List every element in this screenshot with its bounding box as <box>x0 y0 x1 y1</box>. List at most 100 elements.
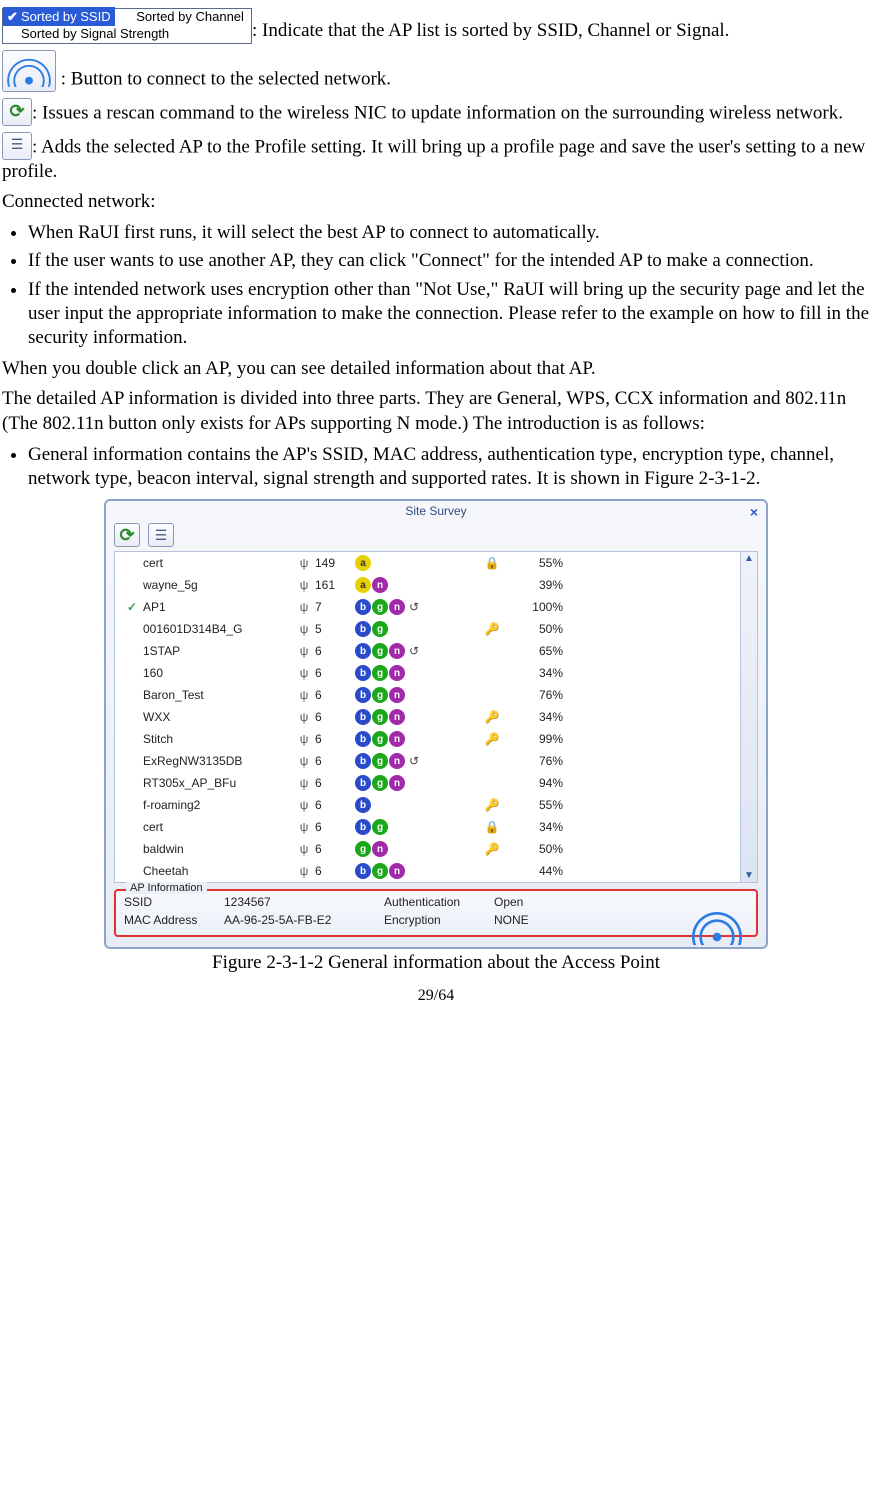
ap-signal-cell: 50% <box>509 622 569 636</box>
ap-channel-cell: 149 <box>315 556 355 570</box>
scroll-up-icon[interactable]: ▲ <box>744 552 754 565</box>
mode-n-icon: n <box>372 577 388 593</box>
connected-bullet-0: When RaUI first runs, it will select the… <box>28 221 870 245</box>
ap-list-row[interactable]: certψ149a🔒55% <box>115 552 740 574</box>
mode-b-icon: b <box>355 753 371 769</box>
mode-n-icon: n <box>389 687 405 703</box>
rescan-icon <box>2 98 32 126</box>
ap-channel-cell: 6 <box>315 864 355 878</box>
ap-list-row[interactable]: certψ6bg🔒34% <box>115 816 740 838</box>
ap-enc-label: Encryption <box>384 913 494 927</box>
ap-list-row[interactable]: ✓AP1ψ7bgn↺100% <box>115 596 740 618</box>
ap-ssid-cell: 1STAP <box>143 644 293 658</box>
ap-list-row[interactable]: WXXψ6bgn🔑34% <box>115 706 740 728</box>
ap-list-row[interactable]: Cheetahψ6bgn44% <box>115 860 740 882</box>
mode-b-icon: b <box>355 797 371 813</box>
antenna-icon: ψ <box>293 776 315 790</box>
antenna-icon: ψ <box>293 578 315 592</box>
mode-g-icon: g <box>372 621 388 637</box>
mode-n-icon: n <box>389 731 405 747</box>
mode-n-icon: n <box>389 775 405 791</box>
mode-b-icon: b <box>355 599 371 615</box>
ap-modes-cell: bgn↺ <box>355 643 475 659</box>
ap-signal-cell: 99% <box>509 732 569 746</box>
scroll-down-icon[interactable]: ▼ <box>744 869 754 882</box>
ap-ssid-cell: 160 <box>143 666 293 680</box>
antenna-icon: ψ <box>293 754 315 768</box>
ap-list-row[interactable]: RT305x_AP_BFuψ6bgn94% <box>115 772 740 794</box>
ap-modes-cell: bgn↺ <box>355 753 475 769</box>
sort-option-signal: ✔Sorted by Signal Strength <box>3 24 173 43</box>
addprof-desc-text: : Adds the selected AP to the Profile se… <box>2 136 865 182</box>
mode-n-icon: n <box>389 753 405 769</box>
wps-icon: ↺ <box>406 643 422 659</box>
ap-channel-cell: 7 <box>315 600 355 614</box>
ap-list-row[interactable]: Baron_Testψ6bgn76% <box>115 684 740 706</box>
sort-dropdown-image: ✔Sorted by SSID ✔Sorted by Channel ✔Sort… <box>2 8 252 44</box>
general-list: General information contains the AP's SS… <box>2 443 870 492</box>
antenna-icon: ψ <box>293 864 315 878</box>
connect-desc-text: : Button to connect to the selected netw… <box>56 68 391 89</box>
figure-caption: Figure 2-3-1-2 General information about… <box>2 951 870 976</box>
mode-b-icon: b <box>355 709 371 725</box>
wps-icon: ↺ <box>406 599 422 615</box>
detail-parts-paragraph: The detailed AP information is divided i… <box>2 387 870 436</box>
ap-ssid-cell: 001601D314B4_G <box>143 622 293 636</box>
ap-modes-cell: bgn <box>355 709 475 725</box>
ap-signal-cell: 44% <box>509 864 569 878</box>
connected-heading: Connected network: <box>2 190 870 215</box>
ap-modes-cell: bg <box>355 819 475 835</box>
ap-ssid-cell: Baron_Test <box>143 688 293 702</box>
site-survey-title: Site Survey <box>405 504 466 518</box>
ap-channel-cell: 6 <box>315 688 355 702</box>
ap-channel-cell: 6 <box>315 754 355 768</box>
connected-check-icon: ✓ <box>121 600 143 614</box>
ap-modes-cell: b <box>355 797 475 813</box>
mode-b-icon: b <box>355 643 371 659</box>
ap-channel-cell: 6 <box>315 798 355 812</box>
scrollbar[interactable]: ▲ ▼ <box>740 552 757 882</box>
ap-channel-cell: 6 <box>315 820 355 834</box>
mode-g-icon: g <box>372 775 388 791</box>
ap-mac-label: MAC Address <box>124 913 224 927</box>
antenna-icon: ψ <box>293 732 315 746</box>
ap-signal-cell: 76% <box>509 754 569 768</box>
toolbar-rescan-icon[interactable] <box>114 523 140 547</box>
lock-icon: 🔒 <box>475 820 509 834</box>
antenna-icon: ψ <box>293 666 315 680</box>
ap-modes-cell: a <box>355 555 475 571</box>
ap-modes-cell: bg <box>355 621 475 637</box>
mode-g-icon: g <box>372 819 388 835</box>
ap-list-row[interactable]: baldwinψ6gn🔑50% <box>115 838 740 860</box>
ap-ssid-cell: baldwin <box>143 842 293 856</box>
ap-list-row[interactable]: 001601D314B4_Gψ5bg🔑50% <box>115 618 740 640</box>
connected-bullet-1: If the user wants to use another AP, the… <box>28 249 870 273</box>
antenna-icon: ψ <box>293 600 315 614</box>
mode-g-icon: g <box>372 709 388 725</box>
mode-b-icon: b <box>355 819 371 835</box>
ap-list-row[interactable]: 1STAPψ6bgn↺65% <box>115 640 740 662</box>
antenna-icon: ψ <box>293 622 315 636</box>
ap-list-row[interactable]: ExRegNW3135DBψ6bgn↺ 76% <box>115 750 740 772</box>
mode-b-icon: b <box>355 687 371 703</box>
mode-a-icon: a <box>355 577 371 593</box>
ap-ssid-cell: cert <box>143 556 293 570</box>
toolbar-addprof-icon[interactable] <box>148 523 174 547</box>
ap-ssid-cell: Cheetah <box>143 864 293 878</box>
ap-list-row[interactable]: f-roaming2ψ6b🔑55% <box>115 794 740 816</box>
ap-list-row[interactable]: 160ψ6bgn34% <box>115 662 740 684</box>
ap-list-row[interactable]: Stitchψ6bgn🔑99% <box>115 728 740 750</box>
ap-ssid-cell: ExRegNW3135DB <box>143 754 293 768</box>
ap-ssid-cell: AP1 <box>143 600 293 614</box>
mode-b-icon: b <box>355 775 371 791</box>
ap-modes-cell: gn <box>355 841 475 857</box>
ap-list-row[interactable]: wayne_5gψ161an39% <box>115 574 740 596</box>
ap-signal-cell: 34% <box>509 820 569 834</box>
ap-signal-cell: 55% <box>509 798 569 812</box>
close-icon[interactable]: × <box>750 504 758 520</box>
site-survey-figure: Site Survey × certψ149a🔒55%wayne_5gψ161a… <box>104 499 768 949</box>
mode-g-icon: g <box>372 731 388 747</box>
ap-auth-value: Open <box>494 895 564 909</box>
ap-signal-cell: 94% <box>509 776 569 790</box>
antenna-icon: ψ <box>293 798 315 812</box>
